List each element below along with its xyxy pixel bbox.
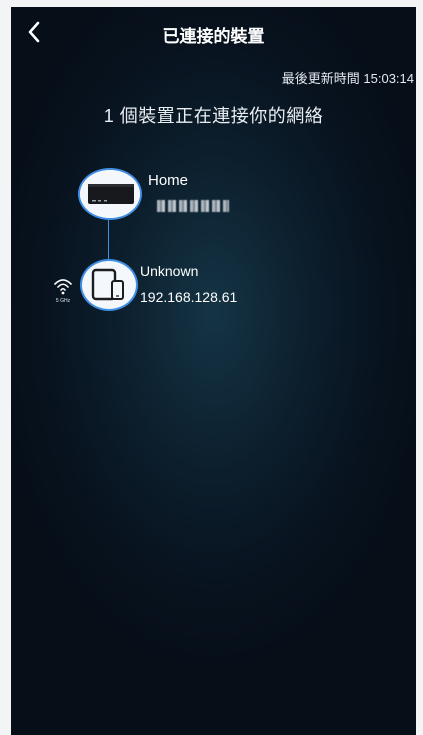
connection-line: [108, 220, 109, 260]
client-node[interactable]: [80, 259, 138, 311]
connected-devices-screen: 已連接的裝置 最後更新時間 15:03:14 1 個裝置正在連接你的網絡 Hom…: [11, 7, 416, 735]
wifi-icon: [54, 279, 72, 295]
client-ip: 192.168.128.61: [140, 289, 238, 305]
page-title: 已連接的裝置: [162, 27, 265, 46]
router-model-redacted: [157, 200, 229, 212]
connection-summary: 1 個裝置正在連接你的網絡: [103, 106, 324, 126]
router-node[interactable]: [78, 168, 142, 220]
tablet-phone-icon: [91, 268, 124, 301]
client-name: Unknown: [140, 263, 199, 279]
header: 已連接的裝置: [11, 7, 416, 57]
last-updated-text: 最後更新時間 15:03:14: [281, 71, 414, 86]
router-name: Home: [148, 172, 189, 189]
band-label: 5 GHz: [55, 298, 71, 304]
router-icon: [80, 170, 140, 218]
